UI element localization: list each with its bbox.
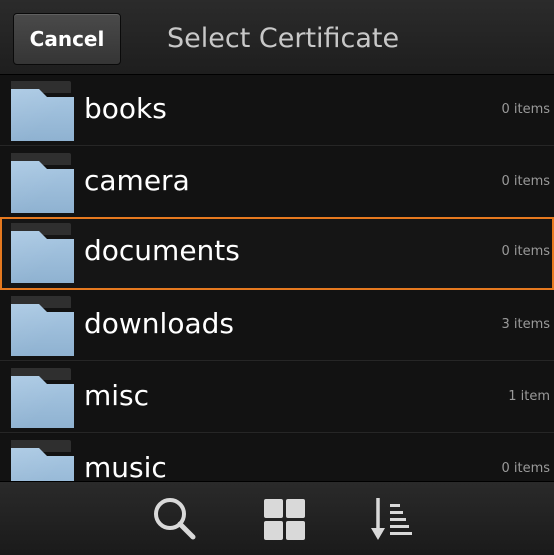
- folder-name: books: [84, 92, 167, 125]
- sort-icon: [371, 498, 412, 540]
- page-title: Select Certificate: [167, 23, 400, 54]
- grid-view-icon: [264, 499, 305, 540]
- folder-item-count: 0 items: [501, 244, 550, 259]
- folder-icon: [11, 296, 74, 356]
- title-bar: Cancel Select Certificate: [0, 0, 554, 75]
- folder-row-books[interactable]: books 0 items: [0, 75, 554, 146]
- folder-icon: [11, 440, 74, 481]
- search-icon: [154, 498, 196, 540]
- action-bar: [0, 481, 554, 555]
- folder-row-documents[interactable]: documents 0 items: [0, 217, 554, 290]
- grid-view-button[interactable]: [260, 494, 310, 544]
- folder-item-count: 1 item: [508, 389, 550, 404]
- folder-name: music: [84, 451, 167, 481]
- folder-row-music[interactable]: music 0 items: [0, 434, 554, 481]
- folder-name: documents: [84, 234, 240, 267]
- folder-list: books 0 items camera 0 items documents 0…: [0, 75, 554, 481]
- folder-name: misc: [84, 379, 150, 412]
- cancel-button[interactable]: Cancel: [13, 13, 121, 65]
- folder-row-downloads[interactable]: downloads 3 items: [0, 290, 554, 361]
- sort-button[interactable]: [368, 494, 418, 544]
- folder-name: camera: [84, 164, 190, 197]
- folder-icon: [11, 81, 74, 141]
- folder-item-count: 3 items: [501, 317, 550, 332]
- folder-icon: [11, 223, 74, 283]
- select-certificate-screen: Cancel Select Certificate books 0 items …: [0, 0, 554, 555]
- folder-row-misc[interactable]: misc 1 item: [0, 362, 554, 433]
- folder-item-count: 0 items: [501, 174, 550, 189]
- folder-item-count: 0 items: [501, 102, 550, 117]
- folder-icon: [11, 368, 74, 428]
- folder-item-count: 0 items: [501, 461, 550, 476]
- folder-icon: [11, 153, 74, 213]
- search-button[interactable]: [149, 494, 199, 544]
- folder-row-camera[interactable]: camera 0 items: [0, 147, 554, 218]
- folder-name: downloads: [84, 307, 234, 340]
